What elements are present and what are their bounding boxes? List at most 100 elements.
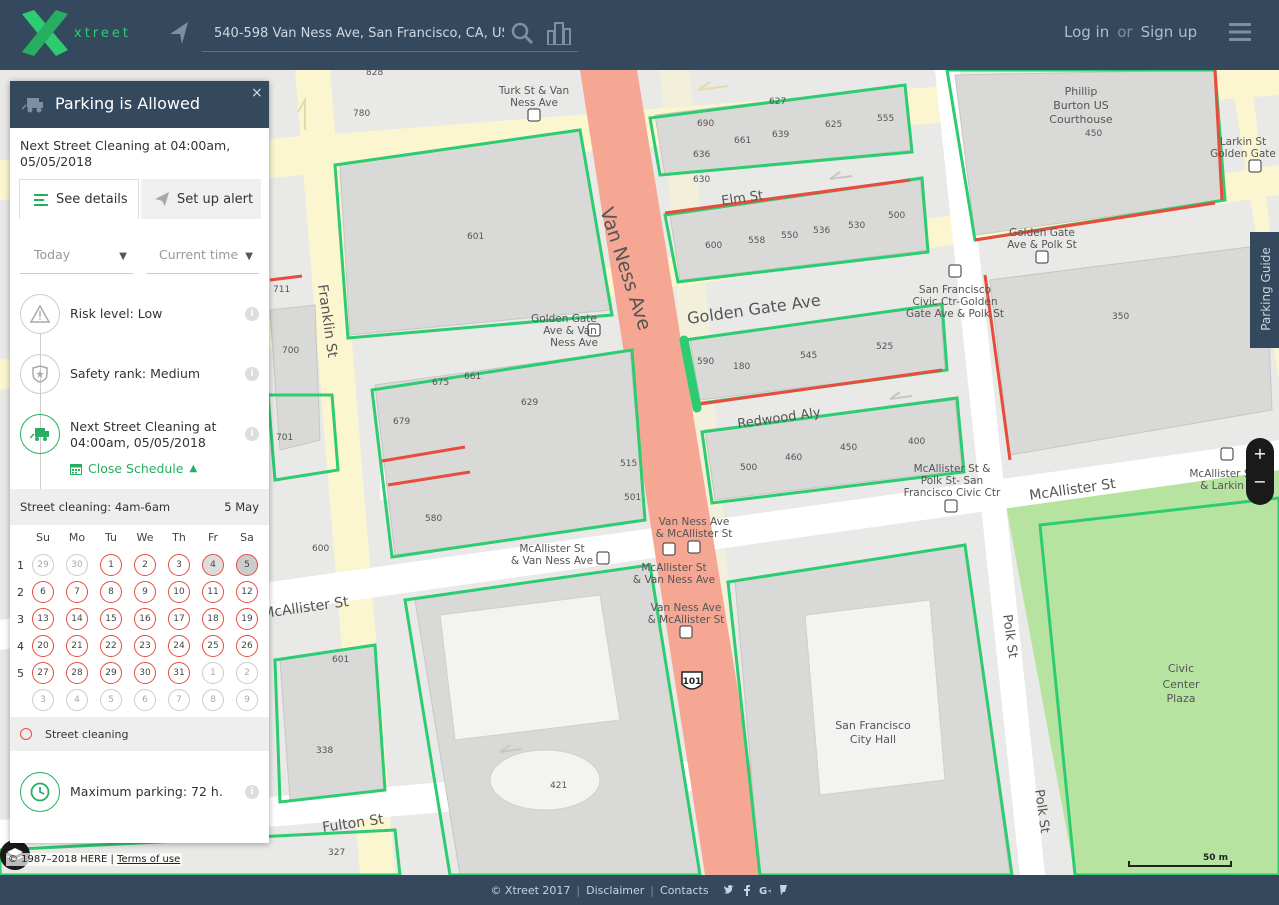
day-name: Fr xyxy=(207,531,219,544)
disclaimer-link[interactable]: Disclaimer xyxy=(586,884,644,897)
calendar-day[interactable]: 13 xyxy=(32,608,54,630)
calendar-day[interactable]: 14 xyxy=(66,608,88,630)
map-scale: 50 m xyxy=(1128,853,1232,867)
week-number: 3 xyxy=(17,613,24,626)
parking-guide-tab[interactable]: Parking Guide xyxy=(1250,232,1279,348)
time-select-value: Current time xyxy=(159,247,239,262)
calendar-day[interactable]: 9 xyxy=(134,581,156,603)
calendar-day[interactable]: 25 xyxy=(202,635,224,657)
zoom-in-button[interactable]: + xyxy=(1246,444,1274,463)
calendar-day[interactable]: 19 xyxy=(236,608,258,630)
search-icon[interactable] xyxy=(510,21,534,45)
calendar-day[interactable]: 8 xyxy=(202,689,224,711)
locate-arrow-icon[interactable] xyxy=(168,20,190,44)
calendar-day[interactable]: 28 xyxy=(66,662,88,684)
calendar-day[interactable]: 29 xyxy=(100,662,122,684)
foursquare-icon[interactable] xyxy=(777,884,789,896)
or-text: or xyxy=(1117,23,1133,41)
footer: © Xtreet 2017 | Disclaimer | Contacts G+ xyxy=(0,875,1279,905)
calendar-day[interactable]: 24 xyxy=(168,635,190,657)
svg-text:McAllister St: McAllister St xyxy=(1189,468,1254,480)
login-link[interactable]: Log in xyxy=(1064,23,1109,41)
svg-text:629: 629 xyxy=(521,398,538,408)
terms-link[interactable]: Terms of use xyxy=(117,854,180,865)
calendar-day[interactable]: 5 xyxy=(100,689,122,711)
calendar-day[interactable]: 20 xyxy=(32,635,54,657)
close-schedule-link[interactable]: Close Schedule ▲ xyxy=(70,461,197,476)
info-icon[interactable]: i xyxy=(245,785,259,799)
signup-link[interactable]: Sign up xyxy=(1141,23,1198,41)
info-icon[interactable]: i xyxy=(245,367,259,381)
calendar-day[interactable]: 7 xyxy=(66,581,88,603)
svg-text:Phillip: Phillip xyxy=(1065,85,1098,98)
calendar-day[interactable]: 2 xyxy=(236,662,258,684)
calendar-day[interactable]: 6 xyxy=(134,689,156,711)
svg-text:661: 661 xyxy=(464,372,481,382)
calendar-day[interactable]: 2 xyxy=(134,554,156,576)
calendar-day[interactable]: 18 xyxy=(202,608,224,630)
svg-text:Civic Ctr-Golden: Civic Ctr-Golden xyxy=(912,296,997,308)
calendar-day[interactable]: 12 xyxy=(236,581,258,603)
svg-text:525: 525 xyxy=(876,342,893,352)
google-plus-icon[interactable]: G+ xyxy=(759,884,771,896)
calendar-day[interactable]: 31 xyxy=(168,662,190,684)
calendar-day[interactable]: 23 xyxy=(134,635,156,657)
calendar-day[interactable]: 17 xyxy=(168,608,190,630)
clock-icon xyxy=(20,772,60,812)
calendar-day[interactable]: 22 xyxy=(100,635,122,657)
info-icon[interactable]: i xyxy=(245,427,259,441)
time-select[interactable]: Current time ▼ xyxy=(146,247,259,274)
svg-text:460: 460 xyxy=(785,453,802,463)
day-select[interactable]: Today ▼ xyxy=(20,247,133,274)
svg-text:& McAllister St: & McAllister St xyxy=(656,528,733,540)
safety-rank-row: Safety rank: Medium i xyxy=(20,354,260,394)
svg-text:515: 515 xyxy=(620,459,637,469)
calendar-day[interactable]: 15 xyxy=(100,608,122,630)
svg-text:421: 421 xyxy=(550,781,567,791)
calendar-day[interactable]: 29 xyxy=(32,554,54,576)
tab-see-details[interactable]: See details xyxy=(19,179,139,219)
calendar-day[interactable]: 7 xyxy=(168,689,190,711)
calendar-day[interactable]: 4 xyxy=(66,689,88,711)
twitter-icon[interactable] xyxy=(723,884,735,896)
calendar-day[interactable]: 1 xyxy=(202,662,224,684)
calendar-day[interactable]: 30 xyxy=(134,662,156,684)
info-icon[interactable]: i xyxy=(245,307,259,321)
contacts-link[interactable]: Contacts xyxy=(660,884,709,897)
calendar-day[interactable]: 21 xyxy=(66,635,88,657)
calendar-day[interactable]: 3 xyxy=(32,689,54,711)
calendar-day[interactable]: 11 xyxy=(202,581,224,603)
facebook-icon[interactable] xyxy=(741,884,753,896)
svg-text:Polk St- San: Polk St- San xyxy=(921,475,983,487)
svg-text:630: 630 xyxy=(693,175,710,185)
calendar-day[interactable]: 5 xyxy=(236,554,258,576)
svg-text:530: 530 xyxy=(848,221,865,231)
tab-set-up-alert[interactable]: Set up alert xyxy=(141,179,261,219)
street-cleaning-legend-icon xyxy=(20,728,32,740)
svg-text:180: 180 xyxy=(733,362,750,372)
street-cleaner-truck-icon xyxy=(22,98,43,113)
calendar-day[interactable]: 8 xyxy=(100,581,122,603)
warning-icon xyxy=(20,294,60,334)
calendar-day[interactable]: 6 xyxy=(32,581,54,603)
calendar-day[interactable]: 26 xyxy=(236,635,258,657)
calendar-day[interactable]: 30 xyxy=(66,554,88,576)
svg-text:400: 400 xyxy=(908,437,925,447)
calendar-day[interactable]: 9 xyxy=(236,689,258,711)
hamburger-menu-icon[interactable] xyxy=(1229,22,1251,42)
svg-text:McAllister St: McAllister St xyxy=(641,562,706,574)
svg-text:690: 690 xyxy=(697,119,714,129)
xtreet-logo-icon[interactable] xyxy=(22,10,68,56)
calendar-day[interactable]: 4 xyxy=(202,554,224,576)
city-buildings-icon[interactable] xyxy=(546,21,572,45)
svg-text:450: 450 xyxy=(840,443,857,453)
calendar-day[interactable]: 16 xyxy=(134,608,156,630)
calendar-day[interactable]: 27 xyxy=(32,662,54,684)
zoom-out-button[interactable]: − xyxy=(1246,472,1274,491)
calendar-day[interactable]: 3 xyxy=(168,554,190,576)
calendar-day[interactable]: 1 xyxy=(100,554,122,576)
close-icon[interactable]: × xyxy=(251,85,263,101)
search-input[interactable] xyxy=(214,22,504,44)
svg-text:580: 580 xyxy=(425,514,442,524)
calendar-day[interactable]: 10 xyxy=(168,581,190,603)
